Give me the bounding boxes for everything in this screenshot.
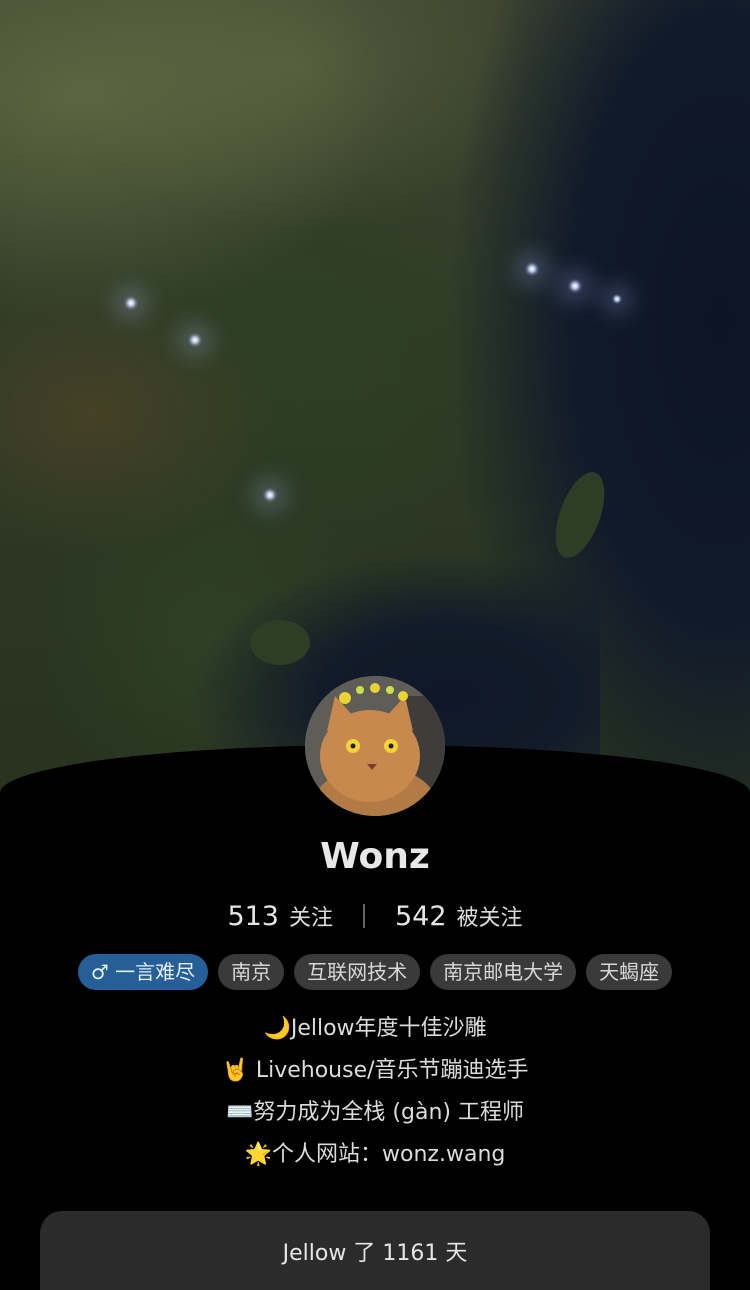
followers-count: 542: [395, 901, 447, 932]
following-stat[interactable]: 513 关注: [227, 900, 333, 932]
profile-tags: ♂ 一言难尽 南京 互联网技术 南京邮电大学 天蝎座: [0, 954, 750, 990]
followers-label: 被关注: [456, 906, 523, 931]
profile-name: Wonz: [320, 836, 430, 877]
followers-stat[interactable]: 542 被关注: [395, 900, 523, 932]
tag-city[interactable]: 南京: [218, 954, 285, 990]
map-island: [250, 620, 310, 665]
avatar[interactable]: [305, 676, 445, 816]
bio-line: ⌨️努力成为全栈 (gàn) 工程师: [226, 1100, 524, 1125]
following-count: 513: [227, 901, 279, 932]
cat-avatar-icon: [305, 676, 445, 816]
tag-zodiac[interactable]: 天蝎座: [586, 954, 673, 990]
bio-line: 🌟个人网站：wonz.wang: [244, 1142, 506, 1167]
map-city-light: [525, 262, 539, 276]
following-label: 关注: [288, 906, 333, 931]
tag-industry[interactable]: 互联网技术: [294, 954, 421, 990]
map-city-light: [124, 296, 138, 310]
bio-line: 🌙Jellow年度十佳沙雕: [263, 1016, 487, 1041]
bio-line: 🤘 Livehouse/音乐节蹦迪选手: [221, 1058, 529, 1083]
tag-school[interactable]: 南京邮电大学: [430, 954, 577, 990]
map-city-light: [568, 279, 582, 293]
follow-stats: 513 关注 542 被关注: [0, 900, 750, 932]
map-city-light: [188, 333, 202, 347]
stats-divider: [363, 904, 365, 928]
profile-bio: 🌙Jellow年度十佳沙雕 🤘 Livehouse/音乐节蹦迪选手 ⌨️努力成为…: [0, 1008, 750, 1176]
tag-gender[interactable]: ♂ 一言难尽: [77, 954, 209, 990]
days-banner[interactable]: Jellow 了 1161 天: [40, 1211, 710, 1290]
map-city-light: [263, 488, 277, 502]
map-city-light: [612, 294, 622, 304]
